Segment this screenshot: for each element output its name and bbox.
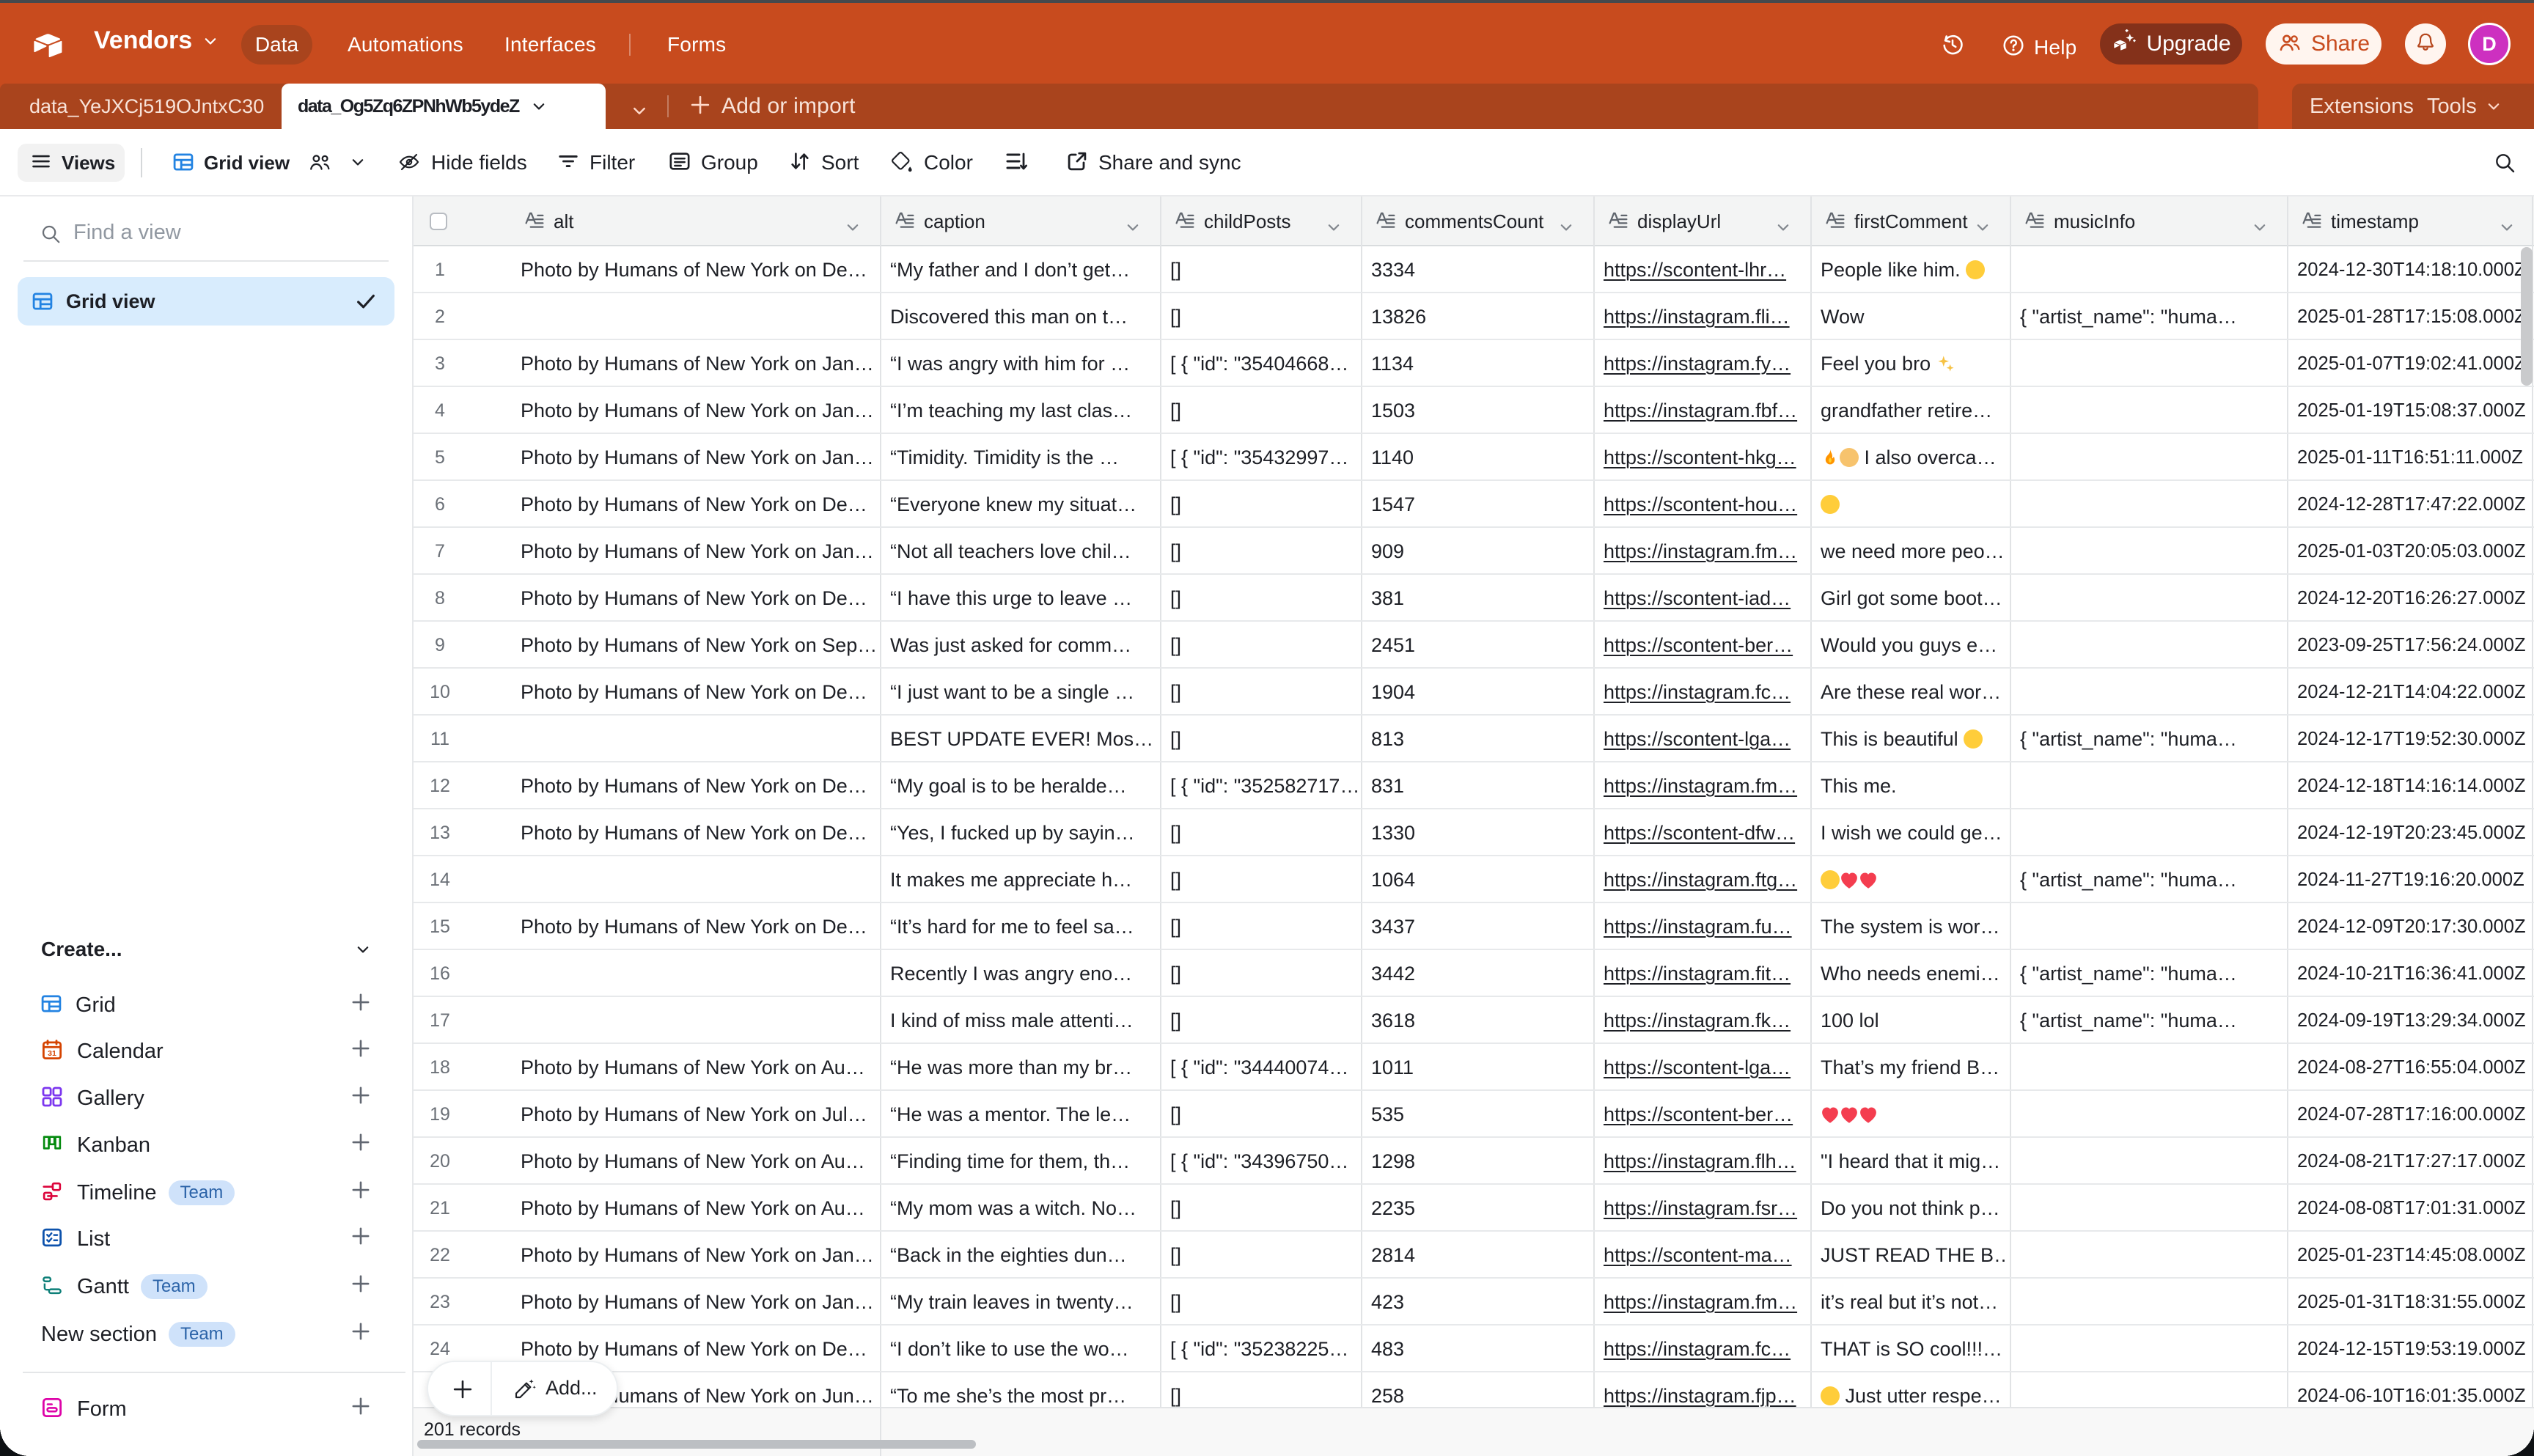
svg-text:31: 31 bbox=[48, 1049, 56, 1058]
